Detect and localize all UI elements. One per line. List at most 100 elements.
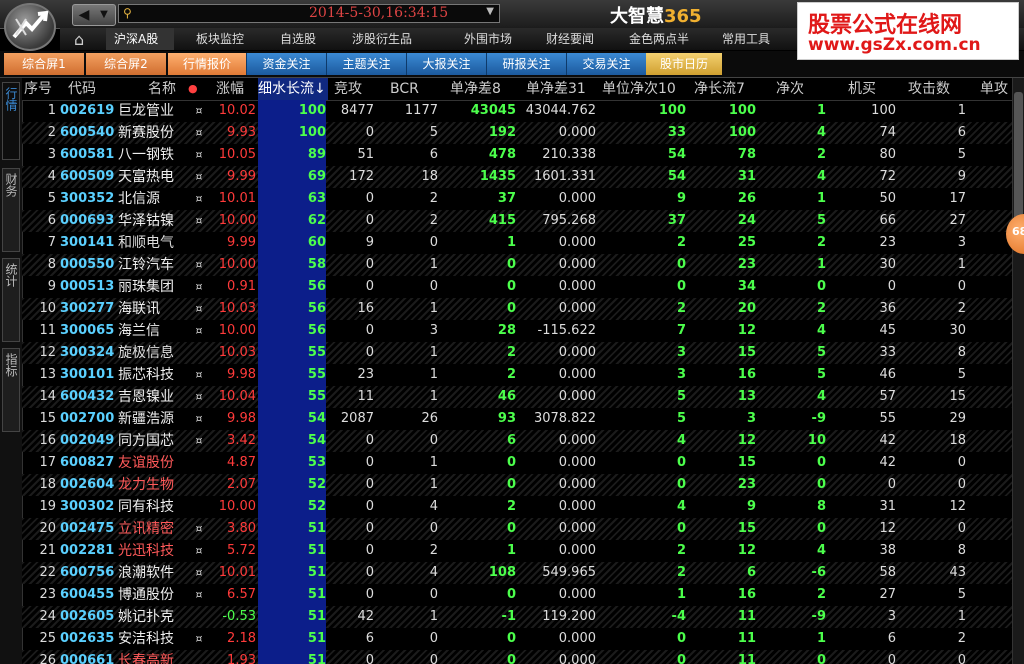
column-header-11[interactable]: 净长流7	[694, 78, 756, 100]
clock-display: 2014-5-30,16:34:15	[309, 5, 449, 21]
cell-序号: 8	[47, 257, 56, 272]
menu-item-a-shares[interactable]: 沪深A股	[106, 28, 174, 50]
column-header-3[interactable]: ●	[188, 78, 212, 100]
cell-净长流7: 11	[737, 609, 756, 624]
tab-trade-focus[interactable]: 交易关注	[566, 53, 646, 75]
column-header-4[interactable]: 涨幅	[216, 78, 258, 100]
column-header-14[interactable]: 攻击数	[908, 78, 966, 100]
home-icon[interactable]: ⌂	[74, 30, 84, 49]
cell-BCR: 4	[429, 565, 438, 580]
column-header-0[interactable]: 序号	[24, 78, 58, 100]
column-header-5[interactable]: 细水长流↓	[258, 78, 328, 100]
table-row[interactable]: 4 600509 天富热电 ¤ 9.99 69 172 18 1435 1601.331 54 31 4…	[22, 166, 1012, 188]
table-row[interactable]: 16 002049 同方国芯 ¤ 3.42 54 0 0 6 0.000 4 12 10 42 18	[22, 430, 1012, 452]
cell-单位净次10: 2	[676, 543, 686, 558]
cell-涨幅: 1.93	[227, 653, 256, 664]
table-row[interactable]: 14 600432 吉恩镍业 ¤ 10.04 55 11 1 46 0.000 5 13 4 57 15	[22, 386, 1012, 408]
cell-序号: 2	[47, 125, 56, 140]
table-row[interactable]: 6 000693 华泽钴镍 ¤ 10.00 62 0 2 415 795.268 37 24 5 66 27	[22, 210, 1012, 232]
tab-theme-focus[interactable]: 主题关注	[326, 53, 406, 75]
column-header-10[interactable]: 单位净次10	[602, 78, 686, 100]
column-header-15[interactable]: 单攻	[980, 78, 1012, 100]
back-arrow-icon[interactable]: ◀	[74, 5, 94, 25]
table-row[interactable]: 18 002604 龙力生物 2.07 52 0 1 0 0.000 0 23 0 0 0	[22, 474, 1012, 496]
tab-research-focus[interactable]: 研报关注	[486, 53, 566, 75]
cell-净次: -9	[811, 411, 826, 426]
table-row[interactable]: 8 000550 江铃汽车 ¤ 10.00 58 0 1 0 0.000 0 23 1 30 1	[22, 254, 1012, 276]
menu-item-global-markets[interactable]: 外围市场	[464, 28, 512, 50]
column-header-2[interactable]: 名称	[148, 78, 186, 100]
table-row[interactable]: 24 002605 姚记扑克 -0.53 51 42 1 -1 119.200 -4 11 -9 3 1	[22, 606, 1012, 628]
ad-banner[interactable]: 股票公式在线网 www.gsZx.com.cn	[797, 2, 1019, 60]
column-header-12[interactable]: 净次	[776, 78, 826, 100]
vertical-scrollbar[interactable]	[1012, 78, 1024, 664]
column-header-1[interactable]: 代码	[68, 78, 118, 100]
cell-●: ¤	[195, 632, 203, 645]
menu-item-finance-news[interactable]: 财经要闻	[546, 28, 594, 50]
table-row[interactable]: 2 600540 新赛股份 ¤ 9.93 100 0 5 192 0.000 33 100 4 74 6	[22, 122, 1012, 144]
tab-screen-1[interactable]: 综合屏1	[4, 53, 84, 75]
menu-item-sector-monitor[interactable]: 板块监控	[196, 28, 244, 50]
table-row[interactable]: 20 002475 立讯精密 ¤ 3.80 51 0 0 0 0.000 0 15 0 12 0	[22, 518, 1012, 540]
cell-攻击数: 8	[957, 345, 966, 360]
cell-单净差8: 1	[506, 543, 516, 558]
cell-细水长流↓: 89	[258, 144, 326, 166]
cell-攻击数: 1	[957, 257, 966, 272]
cell-净次: 5	[816, 345, 826, 360]
tab-fund-focus[interactable]: 资金关注	[246, 53, 326, 75]
column-header-13[interactable]: 机买	[848, 78, 896, 100]
side-tab-finance[interactable]: 财务	[2, 168, 20, 252]
table-row[interactable]: 15 002700 新疆浩源 ¤ 9.98 54 2087 26 93 3078.822 5 3 -9 5…	[22, 408, 1012, 430]
side-tab-quotes[interactable]: 行情	[2, 82, 20, 160]
search-input[interactable]: ⚲ 2014-5-30,16:34:15 ▼	[118, 4, 500, 23]
side-tab-indicators[interactable]: 指标	[2, 348, 20, 432]
cell-名称: 新赛股份	[118, 125, 174, 141]
table-row[interactable]: 22 600756 浪潮软件 ¤ 10.01 51 0 4 108 549.965 2 6 -6 58 43	[22, 562, 1012, 584]
table-row[interactable]: 13 300101 振芯科技 ¤ 9.98 55 23 1 2 0.000 3 16 5 46 5	[22, 364, 1012, 386]
table-row[interactable]: 3 600581 八一钢铁 ¤ 10.05 89 51 6 478 210.338 54 78 2 80 5	[22, 144, 1012, 166]
table-row[interactable]: 26 000661 长春高新 1.93 51 0 0 0 0.000 0 11 0 0 0	[22, 650, 1012, 664]
cell-单净差31: 0.000	[558, 125, 596, 140]
table-row[interactable]: 12 300324 旋极信息 10.03 55 0 1 2 0.000 3 15 5 33 8	[22, 342, 1012, 364]
cell-净长流7: 6	[746, 565, 756, 580]
column-header-7[interactable]: BCR	[390, 78, 438, 100]
table-row[interactable]: 7 300141 和顺电气 9.99 60 9 0 1 0.000 2 25 2 23 3	[22, 232, 1012, 254]
menu-item-tools[interactable]: 常用工具	[722, 28, 770, 50]
tab-screen-2[interactable]: 综合屏2	[86, 53, 166, 75]
cell-机买: 58	[879, 565, 896, 580]
cell-涨幅: 10.00	[218, 323, 256, 338]
cell-竞攻: 8477	[340, 103, 374, 118]
tab-market-calendar[interactable]: 股市日历	[646, 53, 722, 75]
history-dropdown-icon[interactable]: ▼	[94, 5, 114, 25]
table-row[interactable]: 21 002281 光迅科技 ¤ 5.72 51 0 2 1 0.000 2 12 4 38 8	[22, 540, 1012, 562]
tab-quotes[interactable]: 行情报价	[168, 53, 246, 75]
cell-单净差8: 0	[506, 257, 516, 272]
column-header-9[interactable]: 单净差31	[526, 78, 596, 100]
cell-净长流7: 23	[737, 477, 756, 492]
cell-BCR: 2	[429, 191, 438, 206]
app-logo[interactable]	[4, 3, 56, 51]
table-row[interactable]: 25 002635 安洁科技 ¤ 2.18 51 6 0 0 0.000 0 11 1 6 2	[22, 628, 1012, 650]
tab-big-report-focus[interactable]: 大报关注	[406, 53, 486, 75]
cell-机买: 36	[879, 301, 896, 316]
menu-item-watchlist[interactable]: 自选股	[280, 28, 316, 50]
cell-单位净次10: 3	[676, 367, 686, 382]
cell-攻击数: 43	[949, 565, 966, 580]
cell-涨幅: 4.87	[227, 455, 256, 470]
side-tab-statistics[interactable]: 统计	[2, 258, 20, 342]
table-row[interactable]: 11 300065 海兰信 ¤ 10.00 56 0 3 28 -115.622 7 12 4 45 30	[22, 320, 1012, 342]
cell-机买: 0	[887, 653, 896, 664]
cell-净长流7: 15	[737, 345, 756, 360]
chevron-down-icon[interactable]: ▼	[486, 6, 494, 17]
column-header-6[interactable]: 竞攻	[334, 78, 374, 100]
table-row[interactable]: 10 300277 海联讯 ¤ 10.03 56 16 1 0 0.000 2 20 2 36 2	[22, 298, 1012, 320]
column-header-8[interactable]: 单净差8	[450, 78, 516, 100]
table-row[interactable]: 19 300302 同有科技 10.00 52 0 4 2 0.000 4 9 8 31 12	[22, 496, 1012, 518]
table-row[interactable]: 9 000513 丽珠集团 ¤ 0.91 56 0 0 0 0.000 0 34 0 0 0	[22, 276, 1012, 298]
menu-item-golden-half[interactable]: 金色两点半	[629, 28, 689, 50]
table-row[interactable]: 5 300352 北信源 ¤ 10.01 63 0 2 37 0.000 9 26 1 50 17	[22, 188, 1012, 210]
table-row[interactable]: 1 002619 巨龙管业 ¤ 10.02 100 8477 1177 43045 43044.7…	[22, 100, 1012, 122]
table-row[interactable]: 23 600455 博通股份 ¤ 6.57 51 0 0 0 0.000 1 16 2 27 5	[22, 584, 1012, 606]
table-row[interactable]: 17 600827 友谊股份 4.87 53 0 1 0 0.000 0 15 0 42 0	[22, 452, 1012, 474]
menu-item-derivatives[interactable]: 涉股衍生品	[352, 28, 412, 50]
